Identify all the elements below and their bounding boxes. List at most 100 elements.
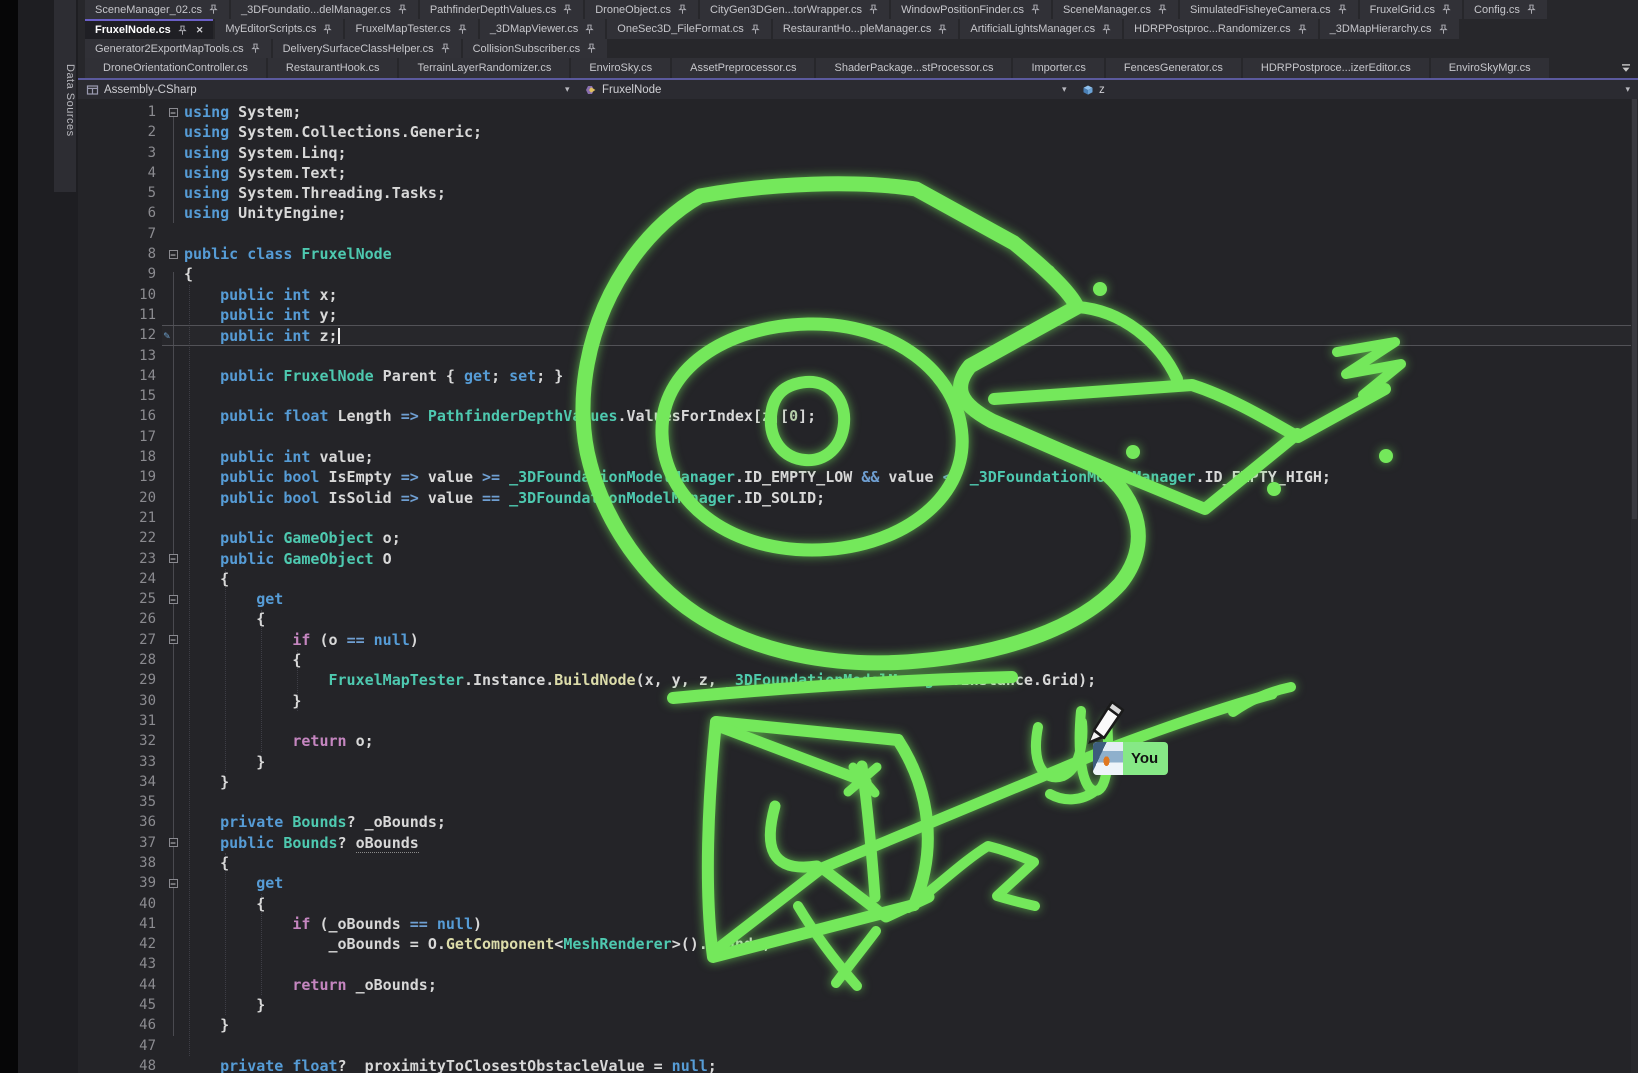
- code-line: 37– public Bounds? oBounds: [78, 833, 1638, 853]
- pin-icon[interactable]: [457, 24, 468, 35]
- editor-tab[interactable]: HDRPPostproce...izerEditor.cs: [1243, 58, 1429, 78]
- fold-toggle[interactable]: –: [169, 595, 178, 604]
- editor-tab[interactable]: FencesGenerator.cs: [1106, 58, 1241, 78]
- fold-toggle[interactable]: –: [169, 635, 178, 644]
- code-line: 1–using System;: [78, 102, 1638, 122]
- code-line: 31: [78, 711, 1638, 731]
- fold-toggle[interactable]: –: [169, 838, 178, 847]
- close-icon[interactable]: ✕: [196, 25, 204, 36]
- code-text: get: [184, 589, 283, 609]
- pin-icon[interactable]: [1297, 24, 1308, 35]
- fold-toggle[interactable]: –: [169, 879, 178, 888]
- editor-tab[interactable]: Importer.cs: [1013, 58, 1103, 78]
- fold-toggle[interactable]: –: [169, 250, 178, 259]
- pin-icon[interactable]: [562, 4, 573, 15]
- editor-tab[interactable]: MyEditorScripts.cs: [215, 19, 343, 39]
- code-line: 42 _oBounds = O.GetComponent<MeshRendere…: [78, 934, 1638, 954]
- code-text: }: [184, 1015, 229, 1035]
- editor-tab[interactable]: _3DMapViewer.cs: [480, 19, 605, 39]
- pin-icon[interactable]: [1157, 4, 1168, 15]
- project-dropdown-caret[interactable]: ▾: [565, 84, 570, 95]
- code-line: 9{: [78, 264, 1638, 284]
- pin-icon[interactable]: [1101, 24, 1112, 35]
- code-line: 14 public FruxelNode Parent { get; set; …: [78, 366, 1638, 386]
- code-line: 24 {: [78, 569, 1638, 589]
- pin-icon[interactable]: [322, 24, 333, 35]
- tab-label: FruxelMapTester.cs: [355, 23, 450, 35]
- fold-toggle[interactable]: –: [169, 554, 178, 563]
- code-line: 8–public class FruxelNode: [78, 244, 1638, 264]
- code-line: 20 public bool IsSolid => value == _3DFo…: [78, 488, 1638, 508]
- fold-toggle[interactable]: –: [169, 108, 178, 117]
- editor-tab[interactable]: FruxelGrid.cs: [1360, 0, 1462, 19]
- line-number: 20: [78, 488, 162, 508]
- editor-tab[interactable]: _3DFoundatio...delManager.cs: [231, 0, 418, 19]
- editor-tab[interactable]: _3DMapHierarchy.cs: [1320, 19, 1459, 39]
- pin-icon[interactable]: [868, 4, 879, 15]
- pin-icon[interactable]: [177, 25, 188, 36]
- editor-tab[interactable]: ShaderPackage...stProcessor.cs: [816, 58, 1011, 78]
- editor-tab[interactable]: TerrainLayerRandomizer.cs: [399, 58, 569, 78]
- editor-tab[interactable]: SceneManager.cs: [1053, 0, 1178, 19]
- breadcrumb-member[interactable]: z: [1076, 84, 1111, 96]
- code-line: 45 }: [78, 995, 1638, 1015]
- editor-tab[interactable]: WindowPositionFinder.cs: [891, 0, 1051, 19]
- data-sources-tab[interactable]: Data Sources: [54, 0, 76, 192]
- line-number: 48: [78, 1056, 162, 1073]
- editor-tab[interactable]: RestaurantHo...pleManager.cs: [773, 19, 959, 39]
- vertical-scrollbar[interactable]: [1631, 99, 1638, 1073]
- code-line: 27– if (o == null): [78, 630, 1638, 650]
- code-line: 32 return o;: [78, 731, 1638, 751]
- pin-icon[interactable]: [208, 4, 219, 15]
- type-dropdown-caret[interactable]: ▾: [1062, 84, 1067, 95]
- pin-icon[interactable]: [584, 24, 595, 35]
- editor-tab[interactable]: ArtificialLightsManager.cs: [960, 19, 1122, 39]
- editor-tab[interactable]: EnviroSky.cs: [571, 58, 670, 78]
- code-text: }: [184, 691, 301, 711]
- editor-tab[interactable]: DroneObject.cs: [585, 0, 698, 19]
- tab-overflow-icon[interactable]: [1620, 62, 1632, 74]
- editor-tab[interactable]: SimulatedFisheyeCamera.cs: [1180, 0, 1358, 19]
- tab-label: HDRPPostproce...izerEditor.cs: [1261, 62, 1411, 74]
- editor-tab[interactable]: CityGen3DGen...torWrapper.cs: [700, 0, 889, 19]
- breadcrumb-project[interactable]: Assembly-CSharp: [80, 84, 203, 96]
- pin-icon[interactable]: [677, 4, 688, 15]
- scrollbar-thumb[interactable]: [1632, 99, 1637, 519]
- line-number: 47: [78, 1036, 162, 1056]
- pin-icon[interactable]: [1030, 4, 1041, 15]
- pin-icon[interactable]: [937, 24, 948, 35]
- tab-overflow-button[interactable]: [1620, 58, 1638, 78]
- editor-tab[interactable]: OneSec3D_FileFormat.cs: [607, 19, 771, 39]
- pin-icon[interactable]: [397, 4, 408, 15]
- breadcrumb-type[interactable]: FruxelNode: [578, 84, 667, 96]
- editor-tab[interactable]: EnviroSkyMgr.cs: [1431, 58, 1549, 78]
- editor-tab[interactable]: CollisionSubscriber.cs: [463, 39, 608, 58]
- line-number: 9: [78, 264, 162, 284]
- breadcrumb-overflow-caret[interactable]: ▾: [1625, 84, 1630, 95]
- editor-tab[interactable]: SceneManager_02.cs: [85, 0, 229, 19]
- pin-icon[interactable]: [750, 24, 761, 35]
- editor-tab[interactable]: DroneOrientationController.cs: [85, 58, 266, 78]
- code-line: 30 }: [78, 691, 1638, 711]
- editor-tab[interactable]: HDRPPostproc...Randomizer.cs: [1124, 19, 1318, 39]
- pin-icon[interactable]: [1441, 4, 1452, 15]
- editor-tab[interactable]: Config.cs: [1464, 0, 1547, 19]
- pin-icon[interactable]: [1438, 24, 1449, 35]
- pin-icon[interactable]: [440, 43, 451, 54]
- editor-tab[interactable]: AssetPreprocessor.cs: [672, 58, 814, 78]
- pin-icon[interactable]: [250, 43, 261, 54]
- editor-tab[interactable]: DeliverySurfaceClassHelper.cs: [273, 39, 461, 58]
- editor-tab[interactable]: Generator2ExportMapTools.cs: [85, 39, 271, 58]
- line-number: 40: [78, 894, 162, 914]
- line-number: 26: [78, 609, 162, 629]
- editor-tab[interactable]: PathfinderDepthValues.cs: [420, 0, 583, 19]
- editor-tab[interactable]: FruxelNode.cs✕: [85, 19, 213, 39]
- editor-tab[interactable]: FruxelMapTester.cs: [345, 19, 477, 39]
- code-editor[interactable]: 1–using System;2using System.Collections…: [78, 99, 1638, 1073]
- code-line: 46 }: [78, 1015, 1638, 1035]
- pin-icon[interactable]: [1337, 4, 1348, 15]
- editor-tab[interactable]: RestaurantHook.cs: [268, 58, 398, 78]
- code-text: {: [184, 569, 229, 589]
- pin-icon[interactable]: [1526, 4, 1537, 15]
- pin-icon[interactable]: [586, 43, 597, 54]
